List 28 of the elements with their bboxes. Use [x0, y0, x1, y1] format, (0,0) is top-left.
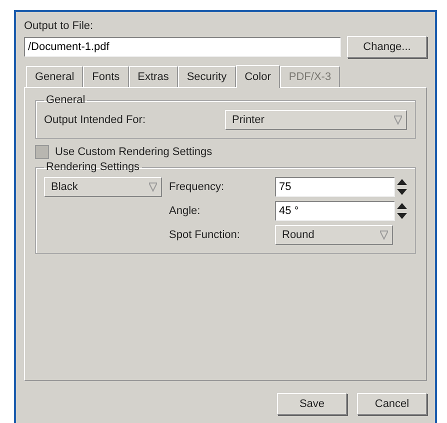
dropdown-arrow-icon [149, 182, 157, 192]
spin-arrows-icon[interactable] [397, 178, 407, 196]
dialog-button[interactable]: Cancel [357, 393, 427, 415]
spin-field[interactable]: 45 ° [275, 201, 395, 221]
field-label: Frequency: [169, 181, 226, 193]
tab[interactable]: Security [178, 66, 236, 87]
checkbox-label: Use Custom Rendering Settings [55, 146, 212, 158]
spot-function-select[interactable]: Round [275, 225, 393, 245]
tab[interactable]: Color [236, 65, 280, 88]
spin-arrows-icon[interactable] [397, 202, 407, 220]
spin-field[interactable]: 75 [275, 177, 395, 197]
field-label: Spot Function: [169, 229, 241, 241]
dropdown-arrow-icon [380, 230, 388, 240]
group-title: General [45, 94, 86, 106]
output-label: Output to File: [24, 20, 94, 32]
checkbox[interactable] [35, 145, 49, 159]
tab[interactable]: General [26, 66, 84, 87]
field-label: Angle: [169, 205, 202, 217]
change-button[interactable]: Change... [347, 36, 427, 58]
field-label: Output Intended For: [44, 114, 146, 126]
output-intent-select[interactable]: Printer [225, 110, 407, 130]
color-select[interactable]: Black [44, 177, 162, 197]
dialog-button[interactable]: Save [277, 393, 347, 415]
tab[interactable]: Extras [128, 66, 178, 87]
dropdown-arrow-icon [394, 115, 402, 125]
file-field[interactable]: /Document-1.pdf [24, 37, 341, 57]
group-title: Rendering Settings [45, 161, 141, 173]
tab[interactable]: Fonts [83, 66, 129, 87]
